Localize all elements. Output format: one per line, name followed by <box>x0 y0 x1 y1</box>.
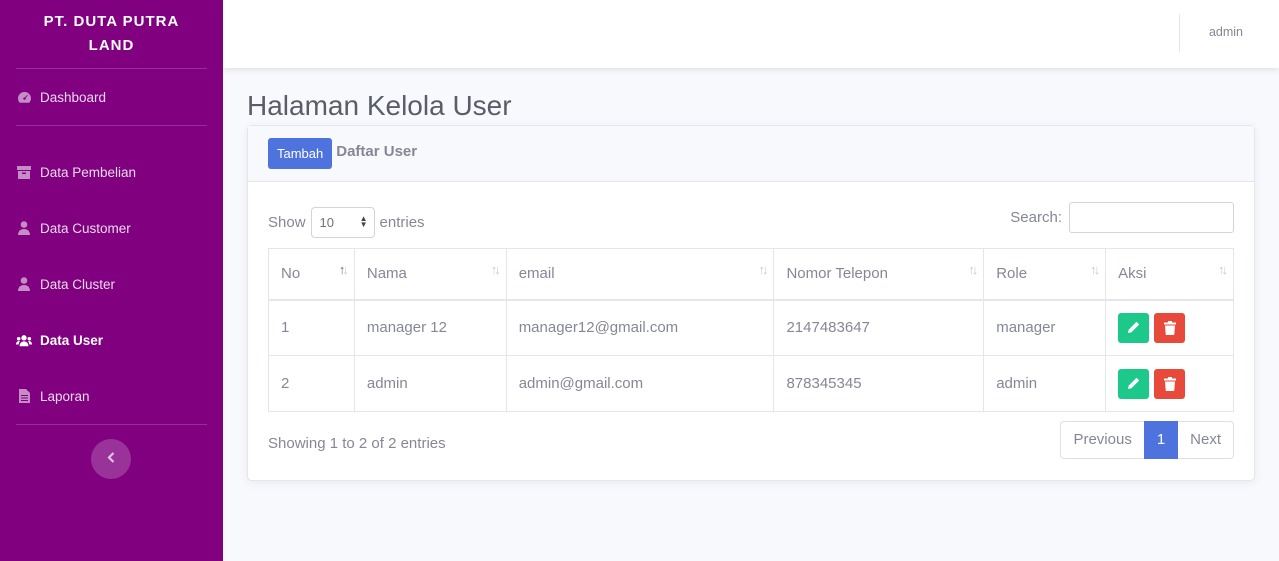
entries-select[interactable]: 10 <box>310 207 375 238</box>
cell-no: 2 <box>268 355 355 412</box>
add-user-button[interactable]: Tambah <box>268 138 333 169</box>
sidebar-item-label: Data Pembelian <box>40 164 137 180</box>
user-menu[interactable]: admin <box>1209 25 1243 39</box>
search-box: Search: <box>1010 202 1234 233</box>
cell-telepon: 2147483647 <box>773 299 985 356</box>
sidebar: PT. DUTA PUTRA LAND Dashboard Data Pembe… <box>0 0 223 561</box>
table-info: Showing 1 to 2 of 2 entries <box>268 435 446 452</box>
sidebar-item-data-customer[interactable]: Data Customer <box>0 200 223 256</box>
sidebar-divider <box>16 424 207 425</box>
column-header-nama[interactable]: Nama ↑↓ <box>353 248 507 301</box>
search-input[interactable] <box>1069 202 1234 233</box>
sidebar-item-label: Dashboard <box>40 89 107 105</box>
entries-length: Show 10 ▲ ▼ entries <box>268 207 425 238</box>
topbar-divider <box>1179 14 1180 52</box>
table-row: 1 manager 12 manager12@gmail.com 2147483… <box>268 299 1234 356</box>
pencil-icon <box>1128 322 1140 334</box>
sidebar-item-data-cluster[interactable]: Data Cluster <box>0 256 223 312</box>
sidebar-item-label: Laporan <box>40 388 90 404</box>
header-label: Role <box>996 265 1028 283</box>
tachometer-icon <box>16 90 32 104</box>
entries-select-wrap: 10 ▲ ▼ <box>306 207 380 238</box>
user-table: No ↑↓ Nama ↑↓ email ↑↓ Nomor Telepon ↑↓ Role… <box>268 248 1234 412</box>
header-label: Aksi <box>1118 265 1147 283</box>
card-header: Tambah Daftar User <box>248 126 1254 182</box>
brand-title[interactable]: PT. DUTA PUTRA LAND <box>0 0 223 68</box>
column-header-aksi[interactable]: Aksi ↑↓ <box>1105 248 1234 301</box>
search-label: Search: <box>1010 209 1062 226</box>
users-icon <box>16 333 32 347</box>
sort-icon: ↑↓ <box>1218 262 1228 277</box>
pagination: Previous 1 Next <box>1060 421 1234 459</box>
sort-icon: ↑↓ <box>758 262 768 277</box>
next-page-button[interactable]: Next <box>1178 421 1234 459</box>
user-list-card: Tambah Daftar User Show 10 ▲ ▼ entries Se… <box>247 125 1255 481</box>
entries-label: entries <box>379 214 425 231</box>
sidebar-item-dashboard[interactable]: Dashboard <box>0 69 223 125</box>
column-header-email[interactable]: email ↑↓ <box>505 248 775 301</box>
sort-icon: ↑↓ <box>1090 262 1100 277</box>
user-icon <box>16 221 32 235</box>
column-header-telepon[interactable]: Nomor Telepon ↑↓ <box>773 248 985 301</box>
sidebar-item-label: Data Customer <box>40 220 131 236</box>
cell-role: manager <box>983 299 1107 356</box>
card-title: Daftar User <box>336 143 418 160</box>
sidebar-item-data-pembelian[interactable]: Data Pembelian <box>0 144 223 200</box>
cell-nama: manager 12 <box>353 299 507 356</box>
delete-button[interactable] <box>1154 368 1186 399</box>
user-icon <box>16 277 32 291</box>
cell-role: admin <box>983 355 1107 412</box>
previous-page-button[interactable]: Previous <box>1060 421 1144 459</box>
edit-button[interactable] <box>1118 368 1150 399</box>
trash-icon <box>1163 320 1176 335</box>
topbar: admin <box>223 0 1279 68</box>
sidebar-item-laporan[interactable]: Laporan <box>0 368 223 424</box>
sort-icon: ↑↓ <box>338 262 349 277</box>
table-header-row: No ↑↓ Nama ↑↓ email ↑↓ Nomor Telepon ↑↓ Role… <box>268 248 1234 301</box>
page-title: Halaman Kelola User <box>247 90 512 121</box>
header-label: email <box>518 265 555 283</box>
show-label: Show <box>268 214 306 231</box>
delete-button[interactable] <box>1154 312 1186 343</box>
header-label: No <box>281 265 301 283</box>
table-row: 2 admin admin@gmail.com 878345345 admin <box>268 355 1234 412</box>
cell-aksi <box>1105 299 1234 356</box>
sort-icon: ↑↓ <box>968 262 978 277</box>
cell-email: admin@gmail.com <box>505 355 775 412</box>
column-header-role[interactable]: Role ↑↓ <box>983 248 1107 301</box>
chevron-left-icon <box>107 450 115 468</box>
file-icon <box>16 389 32 403</box>
cell-aksi <box>1105 355 1234 412</box>
cell-telepon: 878345345 <box>773 355 985 412</box>
cell-email: manager12@gmail.com <box>505 299 775 356</box>
table-controls: Show 10 ▲ ▼ entries Search: <box>268 202 1234 238</box>
header-label: Nomor Telepon <box>786 265 888 283</box>
page-1-button[interactable]: 1 <box>1143 421 1179 459</box>
pencil-icon <box>1128 377 1140 389</box>
header-label: Nama <box>366 265 407 283</box>
sort-icon: ↑↓ <box>490 262 501 277</box>
edit-button[interactable] <box>1118 312 1150 343</box>
box-icon <box>16 165 32 179</box>
cell-nama: admin <box>353 355 507 412</box>
column-header-no[interactable]: No ↑↓ <box>268 248 355 301</box>
sidebar-item-label: Data Cluster <box>40 276 116 292</box>
cell-no: 1 <box>268 299 355 356</box>
trash-icon <box>1163 376 1176 391</box>
sidebar-item-label: Data User <box>40 332 104 348</box>
sidebar-item-data-user[interactable]: Data User <box>0 312 223 368</box>
sidebar-toggle-button[interactable] <box>91 439 131 479</box>
